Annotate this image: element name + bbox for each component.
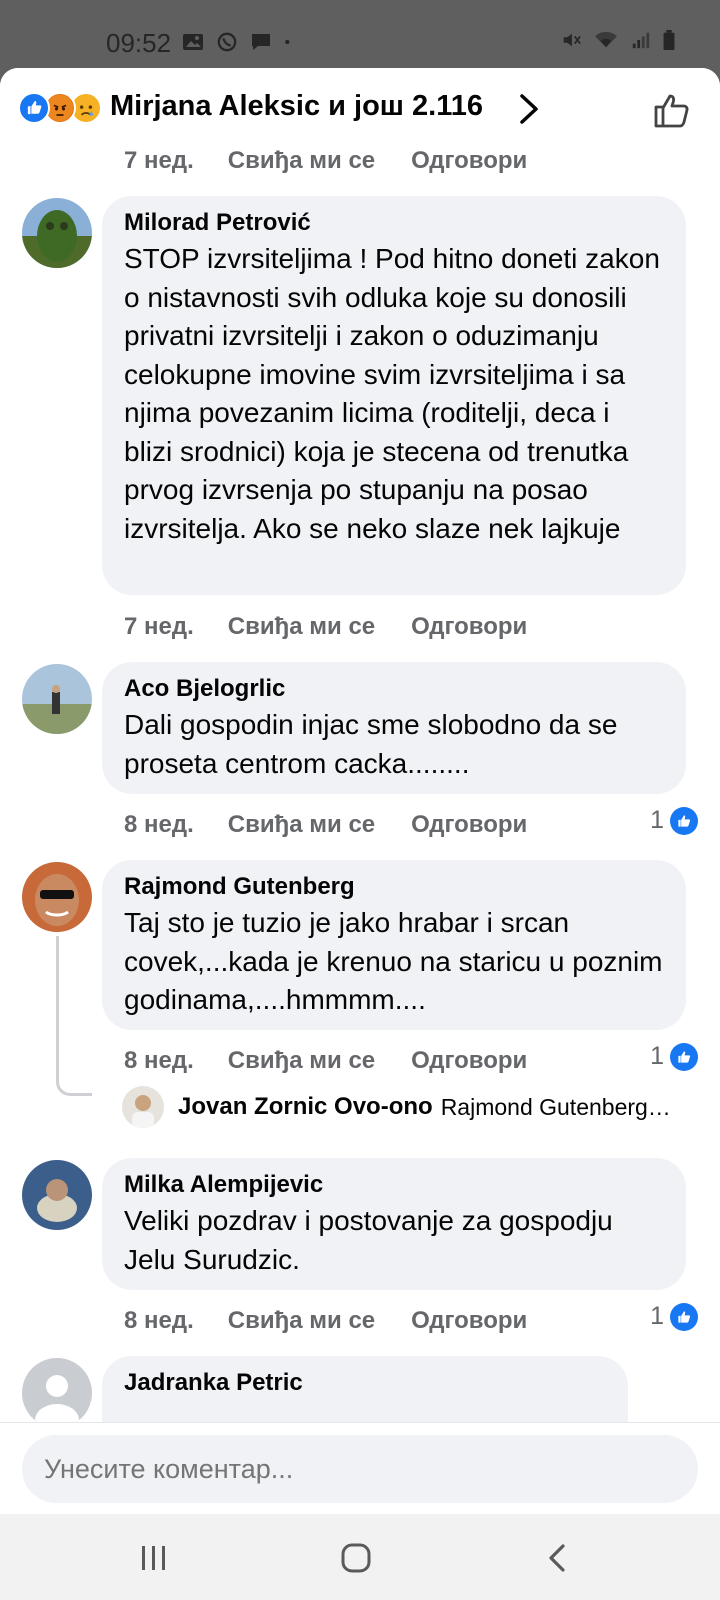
reactions-header[interactable]: Mirjana Aleksic и још 2.116 [0,68,720,148]
like-outline-icon[interactable] [652,90,692,130]
home-icon [341,1543,371,1573]
avatar[interactable] [122,1086,164,1128]
back-button[interactable] [536,1536,580,1580]
comment-composer [0,1422,720,1514]
back-icon [549,1544,565,1572]
comment-meta: 8 нед. Свиђа ми се Одговори [124,1304,563,1338]
navigation-bar [0,1514,720,1600]
like-icon [670,806,698,835]
status-time: 09:52 [106,28,172,58]
reply-author[interactable]: Jovan Zornic Ovo-ono [178,1093,433,1121]
like-comment-button[interactable]: Свиђа ми се [228,811,375,839]
reply-button[interactable]: Одговори [411,1307,527,1335]
comment-meta: 8 нед. Свиђа ми се Одговори [124,1044,563,1078]
comment-like-count[interactable]: 1 [650,806,698,835]
mute-icon [563,33,581,47]
like-count-value: 1 [650,1042,664,1070]
battery-icon [663,30,675,50]
comment-time: 8 нед. [124,1047,194,1074]
comment-time: 7 нед. [124,148,194,174]
comment-input[interactable] [22,1435,698,1503]
notification-icons [182,32,296,52]
reactions-summary[interactable]: Mirjana Aleksic и још 2.116 [110,90,483,123]
like-count-value: 1 [650,1302,664,1330]
comment-like-count[interactable]: 1 [650,1302,698,1331]
recent-apps-button[interactable] [132,1536,176,1580]
like-icon [670,1042,698,1071]
comments-sheet: Mirjana Aleksic и још 2.116 7 нед. Свиђа… [0,68,720,1514]
comment-meta: 7 нед. Свиђа ми се Одговори [124,148,563,178]
comment-bubble: Jadranka Petric [102,1356,628,1422]
like-comment-button[interactable]: Свиђа ми се [228,1307,375,1335]
avatar[interactable] [22,1358,92,1422]
signal-icon [632,32,650,49]
comment-bubble: Milka Alempijevic Veliki pozdrav i posto… [102,1158,686,1290]
like-comment-button[interactable]: Свиђа ми се [228,1047,375,1075]
recent-apps-icon [142,1546,165,1570]
comment-author[interactable]: Rajmond Gutenberg [124,870,664,904]
comment-meta: 8 нед. Свиђа ми се Одговори [124,808,563,842]
comment-text: STOP izvrsiteljima ! Pod hitno doneti za… [124,243,660,544]
comment-author[interactable]: Milorad Petrović [124,206,664,240]
comment-text: Taj sto je tuzio je jako hrabar i srcan … [124,907,663,1015]
comment-text: Veliki pozdrav i postovanje za gospodju … [124,1205,613,1275]
reply-snippet: Rajmond Gutenberg… [440,1093,671,1120]
comment-author[interactable]: Milka Alempijevic [124,1168,664,1202]
like-count-value: 1 [650,806,664,834]
home-button[interactable] [334,1536,378,1580]
dot-icon [285,39,290,45]
comment-time: 7 нед. [124,613,194,640]
avatar[interactable] [22,198,92,268]
reply-preview[interactable]: Jovan Zornic Ovo-ono Rajmond Gutenberg… [122,1086,671,1128]
reply-button[interactable]: Одговори [411,613,527,641]
reply-button[interactable]: Одговори [411,1047,527,1075]
comment-bubble: Aco Bjelogrlic Dali gospodin injac sme s… [102,662,686,794]
like-icon [670,1302,698,1331]
comment-like-count[interactable]: 1 [650,1042,698,1071]
like-icon [18,92,50,124]
comment-bubble: Rajmond Gutenberg Taj sto je tuzio je ja… [102,860,686,1030]
message-icon [252,34,270,50]
comment-author[interactable]: Aco Bjelogrlic [124,672,664,706]
comment-list[interactable]: 7 нед. Свиђа ми се Одговори Milorad Petr… [0,148,720,1422]
comment-author[interactable]: Jadranka Petric [124,1366,606,1400]
avatar[interactable] [22,862,92,932]
comment-time: 8 нед. [124,1307,194,1334]
comment-text: Dali gospodin injac sme slobodno da se p… [124,709,618,779]
reaction-icons [18,92,102,126]
like-comment-button[interactable]: Свиђа ми се [228,148,375,175]
status-bar: 09:52 [0,0,720,68]
like-comment-button[interactable]: Свиђа ми се [228,613,375,641]
comment-meta: 7 нед. Свиђа ми се Одговори [124,610,563,644]
avatar[interactable] [22,1160,92,1230]
comment-time: 8 нед. [124,811,194,838]
reply-button[interactable]: Одговори [411,148,527,175]
wifi-icon [595,31,617,48]
comment-bubble: Milorad Petrović STOP izvrsiteljima ! Po… [102,196,686,595]
avatar[interactable] [22,664,92,734]
reply-thread-line [56,936,92,1096]
viber-icon [217,32,237,52]
chevron-right-icon[interactable] [514,92,544,126]
system-icons [560,30,676,50]
reply-button[interactable]: Одговори [411,811,527,839]
gallery-icon [183,34,203,50]
